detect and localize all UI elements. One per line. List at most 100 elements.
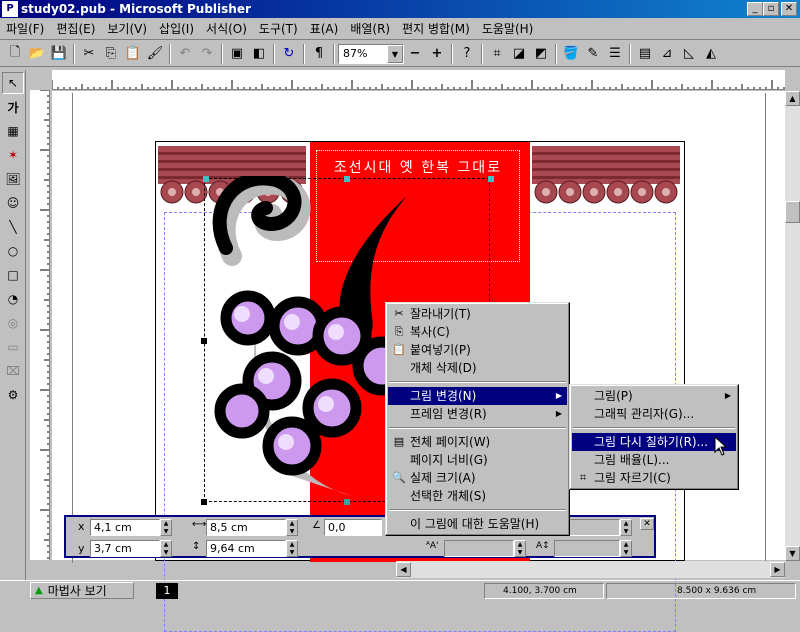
resize-handle[interactable] xyxy=(203,176,209,182)
line-spacing-spinner[interactable]: ▲ ▼ xyxy=(620,540,632,557)
x-spinner[interactable]: ▲ ▼ xyxy=(160,519,172,536)
text-scale-field[interactable] xyxy=(444,540,514,557)
menu-item-copy[interactable]: ⎘ 복사(C) xyxy=(388,323,567,341)
submenu-item-picture[interactable]: 그림(P) ▶ xyxy=(572,387,736,405)
chevron-down-icon[interactable]: ▼ xyxy=(387,44,403,63)
menu-item-delete-object[interactable]: 개체 삭제(D) xyxy=(388,359,567,377)
resize-handle[interactable] xyxy=(201,499,207,505)
scroll-right-icon[interactable]: ▶ xyxy=(770,562,785,577)
scroll-thumb[interactable] xyxy=(785,201,800,223)
y-position-field[interactable]: 3,7 cm xyxy=(90,540,160,557)
menu-item-change-frame[interactable]: 프레임 변경(R) ▶ xyxy=(388,405,567,423)
maximize-button[interactable]: ▫ xyxy=(763,2,779,16)
submenu-item-graphics-manager[interactable]: 그래픽 관리자(G)... xyxy=(572,405,736,423)
minimize-button[interactable]: _ xyxy=(747,2,763,16)
horizontal-ruler[interactable] xyxy=(52,70,785,90)
height-field[interactable]: 9,64 cm xyxy=(206,540,286,557)
scroll-down-icon[interactable]: ▼ xyxy=(785,546,800,561)
submenu-item-scale-picture[interactable]: 그림 배율(L)... xyxy=(572,451,736,469)
zoom-in-icon[interactable]: + xyxy=(426,43,448,65)
menu-item-cut[interactable]: ✂ 잘라내기(T) xyxy=(388,305,567,323)
text-scale-spinner[interactable]: ▲ ▼ xyxy=(514,540,526,557)
redo-icon[interactable]: ↷ xyxy=(196,43,218,65)
flip-vertical-icon[interactable]: ◺ xyxy=(678,43,700,65)
oval-tool-icon[interactable]: ○ xyxy=(2,240,24,262)
menu-mail-merge[interactable]: 편지 병합(M) xyxy=(396,20,476,37)
save-icon[interactable]: 💾 xyxy=(48,43,70,65)
copy-icon[interactable]: ⎘ xyxy=(100,43,122,65)
line-tool-icon[interactable]: ╲ xyxy=(2,216,24,238)
pilcrow-icon[interactable]: ¶ xyxy=(308,43,330,65)
menu-item-change-picture[interactable]: 그림 변경(N) ▶ xyxy=(388,387,567,405)
picture-frame-tool-icon[interactable]: 🖼 xyxy=(2,168,24,190)
menu-item-selected-objects[interactable]: 선택한 개체(S) xyxy=(388,487,567,505)
fill-color-icon[interactable]: 🪣 xyxy=(560,43,582,65)
paste-icon[interactable]: 📋 xyxy=(122,43,144,65)
scroll-up-icon[interactable]: ▲ xyxy=(785,91,800,106)
table-frame-tool-icon[interactable]: ▦ xyxy=(2,120,24,142)
width-spinner[interactable]: ▲ ▼ xyxy=(286,519,298,536)
publisher-app-icon[interactable]: P xyxy=(2,1,18,17)
clip-gallery-tool-icon[interactable]: ☺ xyxy=(2,192,24,214)
format-painter-icon[interactable]: 🖌 xyxy=(144,43,166,65)
menu-help[interactable]: 도움말(H) xyxy=(476,20,540,37)
line-color-icon[interactable]: ◪ xyxy=(508,43,530,65)
resize-handle[interactable] xyxy=(201,338,207,344)
menu-item-actual-size[interactable]: 🔍 실제 크기(A) xyxy=(388,469,567,487)
hotspot-tool-icon[interactable]: ▭ xyxy=(2,336,24,358)
menu-item-full-page[interactable]: ▤ 전체 페이지(W) xyxy=(388,433,567,451)
close-button[interactable]: ✕ xyxy=(781,2,797,16)
roof-tile-right-image[interactable] xyxy=(532,146,680,206)
resize-handle[interactable] xyxy=(344,176,350,182)
send-to-back-icon[interactable]: ◧ xyxy=(248,43,270,65)
menu-file[interactable]: 파일(F) xyxy=(0,20,50,37)
open-folder-icon[interactable]: 📂 xyxy=(26,43,48,65)
undo-icon[interactable]: ↶ xyxy=(174,43,196,65)
menu-arrange[interactable]: 배열(R) xyxy=(344,20,396,37)
menu-format[interactable]: 서식(O) xyxy=(200,20,253,37)
height-spinner[interactable]: ▲ ▼ xyxy=(286,540,298,557)
page-navigator[interactable]: 1 xyxy=(156,583,178,599)
design-gallery-tool-icon[interactable]: ⚙ xyxy=(2,384,24,406)
wordart-tool-icon[interactable]: ✶ xyxy=(2,144,24,166)
menu-table[interactable]: 표(A) xyxy=(304,20,345,37)
flip-horizontal-icon[interactable]: ⊿ xyxy=(656,43,678,65)
menu-view[interactable]: 보기(V) xyxy=(101,20,153,37)
measure-close-icon[interactable]: ✕ xyxy=(640,518,654,530)
bring-to-front-icon[interactable]: ▣ xyxy=(226,43,248,65)
line-spacing-field[interactable] xyxy=(554,540,620,557)
crop-icon[interactable]: ⌗ xyxy=(486,43,508,65)
rotation-field[interactable]: 0,0 xyxy=(324,519,382,536)
menu-item-paste[interactable]: 📋 붙여넣기(P) xyxy=(388,341,567,359)
rotate-icon[interactable]: ↻ xyxy=(278,43,300,65)
menu-insert[interactable]: 삽입(I) xyxy=(153,20,200,37)
text-frame-tool-icon[interactable]: 가 xyxy=(2,96,24,118)
zoom-combobox[interactable]: 87% ▼ xyxy=(338,43,404,64)
border-art-icon[interactable]: ▤ xyxy=(634,43,656,65)
submenu-item-recolor-picture[interactable]: 그림 다시 칠하기(R)... xyxy=(572,433,736,451)
vertical-ruler[interactable] xyxy=(30,90,50,560)
scroll-left-icon[interactable]: ◀ xyxy=(396,562,411,577)
cut-icon[interactable]: ✂ xyxy=(78,43,100,65)
resize-handle[interactable] xyxy=(488,176,494,182)
rotate-left-icon[interactable]: ◭ xyxy=(700,43,722,65)
zoom-out-icon[interactable]: − xyxy=(404,43,426,65)
form-control-tool-icon[interactable]: ◎ xyxy=(2,312,24,334)
resize-handle[interactable] xyxy=(344,499,350,505)
x-position-field[interactable]: 4,1 cm xyxy=(90,519,160,536)
char-spacing-spinner[interactable]: ▲ ▼ xyxy=(620,519,632,536)
horizontal-scrollbar[interactable]: ◀ ▶ xyxy=(396,561,785,578)
width-field[interactable]: 8,5 cm xyxy=(206,519,286,536)
pen-color-icon[interactable]: ✎ xyxy=(582,43,604,65)
fill-shadow-icon[interactable]: ◩ xyxy=(530,43,552,65)
html-code-tool-icon[interactable]: ⌧ xyxy=(2,360,24,382)
vertical-scrollbar[interactable]: ▲ ▼ xyxy=(785,91,800,561)
wizard-toggle-button[interactable]: ▲ 마법사 보기 xyxy=(30,582,134,599)
submenu-item-crop-picture[interactable]: ⌗ 그림 자르기(C) xyxy=(572,469,736,487)
help-icon[interactable]: ? xyxy=(456,43,478,65)
pointer-tool-icon[interactable]: ↖ xyxy=(2,72,24,94)
menu-item-page-width[interactable]: 페이지 너비(G) xyxy=(388,451,567,469)
line-style-icon[interactable]: ☰ xyxy=(604,43,626,65)
menu-edit[interactable]: 편집(E) xyxy=(50,20,101,37)
rectangle-tool-icon[interactable]: □ xyxy=(2,264,24,286)
